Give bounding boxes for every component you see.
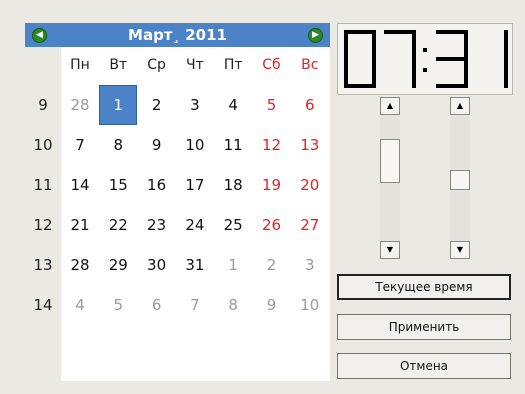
day-cell[interactable]: 3: [176, 85, 214, 125]
clock-digit-2-segment-c: [464, 59, 468, 88]
clock-digit-3-segment-b: [504, 30, 508, 59]
day-cell[interactable]: 19: [253, 165, 291, 205]
day-cell[interactable]: 18: [214, 165, 252, 205]
clock-digit-0-segment-b: [372, 30, 376, 59]
day-cell[interactable]: 31: [176, 245, 214, 285]
clock-digit-2-segment-g: [436, 57, 468, 61]
day-cell[interactable]: 4: [214, 85, 252, 125]
clock-digit-2-segment-d: [436, 84, 468, 88]
day-cell[interactable]: 30: [138, 245, 176, 285]
day-cell[interactable]: 24: [176, 205, 214, 245]
day-cell[interactable]: 13: [291, 125, 329, 165]
week-number: 10: [33, 136, 53, 154]
day-cell[interactable]: 4: [61, 285, 99, 325]
hours-scroll-thumb[interactable]: [380, 138, 400, 183]
minutes-scroll-thumb[interactable]: [450, 170, 470, 191]
day-cell[interactable]: 11: [214, 125, 252, 165]
week-number: 11: [33, 176, 53, 194]
day-cell[interactable]: 23: [138, 205, 176, 245]
minutes-down-arrow-icon[interactable]: ▼: [450, 241, 470, 259]
day-cell[interactable]: 9: [253, 285, 291, 325]
minutes-up-arrow-icon[interactable]: ▲: [450, 97, 470, 115]
clock-digit-1-segment-b: [412, 30, 416, 59]
day-cell[interactable]: 10: [176, 125, 214, 165]
day-cell[interactable]: 6: [138, 285, 176, 325]
week-number: 12: [33, 216, 53, 234]
day-cell[interactable]: 22: [99, 205, 137, 245]
weekday-header: Вт: [109, 57, 128, 73]
clock-colon-dot: [423, 48, 427, 52]
day-cell[interactable]: 8: [99, 125, 137, 165]
cancel-button[interactable]: Отмена: [337, 353, 511, 379]
day-cell[interactable]: 5: [253, 85, 291, 125]
day-cell[interactable]: 9: [138, 125, 176, 165]
day-cell[interactable]: 27: [291, 205, 329, 245]
previous-month-icon[interactable]: ◀: [32, 28, 47, 43]
weekday-header: Сб: [262, 57, 281, 73]
weekday-header: Ср: [147, 57, 166, 73]
day-cell[interactable]: 25: [214, 205, 252, 245]
day-cell[interactable]: 7: [61, 125, 99, 165]
day-cell[interactable]: 6: [291, 85, 329, 125]
clock-digit-3-segment-c: [504, 59, 508, 88]
date-time-dialog: ◀ Март¸ 2011 ▶ Пн Вт Ср Чт Пт Сб Вс 9 10 11 12 13 14…: [0, 0, 525, 394]
weekday-header: Вс: [301, 57, 319, 73]
calendar-header: ◀ Март¸ 2011 ▶: [25, 23, 330, 47]
clock-digit-0-segment-c: [372, 59, 376, 88]
month-year-label: Март¸ 2011: [128, 26, 227, 44]
week-number: 13: [33, 256, 53, 274]
day-cell[interactable]: 28: [61, 85, 99, 125]
clock-digit-0-segment-a: [344, 30, 376, 34]
day-cell[interactable]: 3: [291, 245, 329, 285]
weekday-header: Чт: [186, 57, 204, 73]
next-month-icon[interactable]: ▶: [308, 28, 323, 43]
weekday-header: Пт: [223, 57, 243, 73]
day-cell[interactable]: 21: [61, 205, 99, 245]
day-cell[interactable]: 8: [214, 285, 252, 325]
clock-digit-1-segment-a: [384, 30, 416, 34]
day-cell[interactable]: 28: [61, 245, 99, 285]
week-number: 9: [38, 96, 48, 114]
current-time-button[interactable]: Текущее время: [337, 274, 511, 300]
day-cell[interactable]: 5: [99, 285, 137, 325]
clock-colon-dot: [423, 68, 427, 72]
clock-digit-0-segment-d: [344, 84, 376, 88]
weekday-header: Пн: [70, 57, 90, 73]
hours-scrollbar[interactable]: ▲ ▼: [380, 97, 400, 259]
day-cell[interactable]: 15: [99, 165, 137, 205]
apply-button[interactable]: Применить: [337, 314, 511, 340]
hours-up-arrow-icon[interactable]: ▲: [380, 97, 400, 115]
day-cell[interactable]: 26: [253, 205, 291, 245]
day-cell[interactable]: 7: [176, 285, 214, 325]
hours-down-arrow-icon[interactable]: ▼: [380, 241, 400, 259]
day-cell[interactable]: 2: [138, 85, 176, 125]
clock-digit-0-segment-f: [344, 30, 348, 59]
week-number: 14: [33, 296, 53, 314]
day-cell[interactable]: 10: [291, 285, 329, 325]
day-cell[interactable]: 2: [253, 245, 291, 285]
day-cell[interactable]: 20: [291, 165, 329, 205]
clock-digit-1-segment-c: [412, 59, 416, 88]
clock-digit-2-segment-a: [436, 30, 468, 34]
day-cell[interactable]: 12: [253, 125, 291, 165]
day-cell[interactable]: 29: [99, 245, 137, 285]
clock-digit-2-segment-b: [464, 30, 468, 59]
clock-digit-0-segment-e: [344, 59, 348, 88]
day-cell[interactable]: 1: [99, 85, 138, 125]
day-cell[interactable]: 14: [61, 165, 99, 205]
day-cell[interactable]: 17: [176, 165, 214, 205]
minutes-scrollbar[interactable]: ▲ ▼: [450, 97, 470, 259]
calendar: ◀ Март¸ 2011 ▶ Пн Вт Ср Чт Пт Сб Вс 9 10 11 12 13 14…: [25, 23, 330, 381]
day-cell[interactable]: 1: [214, 245, 252, 285]
time-display: [337, 23, 513, 95]
day-cell[interactable]: 16: [138, 165, 176, 205]
